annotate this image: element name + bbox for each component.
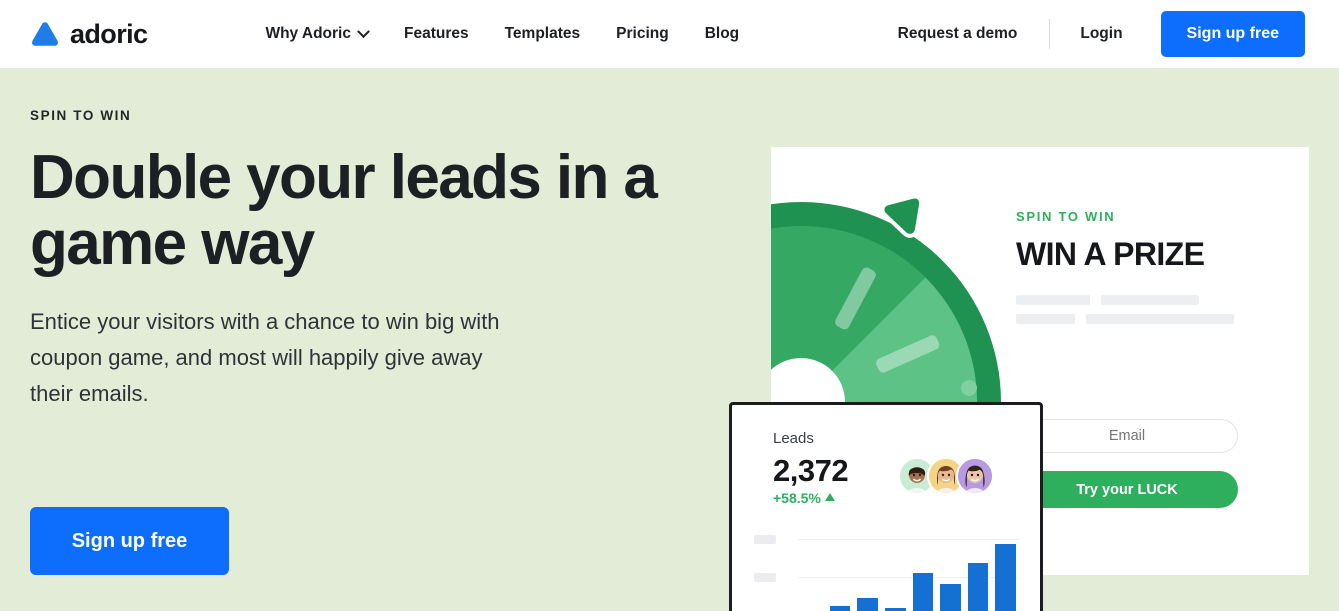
hero-subtitle: Entice your visitors with a chance to wi… [30, 309, 500, 406]
placeholder-bar [1016, 314, 1075, 324]
placeholder-bar [1101, 295, 1199, 305]
placeholder-bar [1086, 314, 1234, 324]
stats-label: Leads [773, 430, 814, 447]
stats-delta: +58.5% [773, 490, 835, 506]
nav-item-why-adoric[interactable]: Why Adoric [247, 17, 386, 51]
page-title: Double your leads in a game way [30, 143, 658, 278]
avatar-3-face [958, 459, 992, 493]
nav-label: Why Adoric [265, 25, 351, 42]
adoric-triangle-logo [32, 22, 58, 46]
nav-item-blog[interactable]: Blog [687, 17, 757, 51]
promo-copy: SPIN TO WIN WIN A PRIZE [1016, 209, 1286, 333]
signup-button-hero[interactable]: Sign up free [30, 507, 229, 575]
chart-bar [967, 562, 989, 611]
spin-wheel-svg [771, 194, 1001, 407]
brand-name: adoric [70, 18, 148, 49]
chart-bar [912, 573, 934, 611]
request-demo-link[interactable]: Request a demo [884, 17, 1032, 51]
chart-bar [857, 598, 878, 611]
nav-item-pricing[interactable]: Pricing [598, 17, 687, 51]
leads-stats-card: Leads 2,372 +58.5% [729, 402, 1043, 611]
nav-item-features[interactable]: Features [386, 17, 487, 51]
login-link[interactable]: Login [1068, 17, 1134, 51]
signup-button-header[interactable]: Sign up free [1160, 11, 1305, 57]
hero-section: SPIN TO WIN Double your leads in a game … [0, 68, 1339, 611]
chart-bar [829, 605, 851, 611]
site-header: adoric Why Adoric Features Templates Pri… [0, 0, 1339, 68]
arrow-up-icon [824, 493, 835, 501]
chart-bar [995, 544, 1016, 611]
nav-item-templates[interactable]: Templates [487, 17, 599, 51]
avatar [956, 457, 994, 495]
placeholder-bar [1016, 295, 1090, 305]
leads-bar-chart [754, 529, 1022, 611]
stats-value: 2,372 [773, 453, 849, 488]
y-axis-tick-placeholder [754, 535, 776, 544]
header-divider [1049, 19, 1051, 49]
landing-page: adoric Why Adoric Features Templates Pri… [0, 0, 1339, 611]
hero-copy: SPIN TO WIN Double your leads in a game … [30, 108, 730, 411]
promo-placeholder-row-2 [1016, 314, 1286, 324]
chart-bar [940, 584, 961, 611]
chevron-down-icon [357, 24, 370, 38]
header-actions: Request a demo Login Sign up free [884, 11, 1305, 57]
stats-delta-text: +58.5% [773, 490, 821, 506]
hero-eyebrow: SPIN TO WIN [30, 108, 132, 123]
email-field[interactable] [1016, 419, 1238, 453]
try-your-luck-button[interactable]: Try your LUCK [1016, 471, 1238, 508]
promo-placeholder-row-1 [1016, 295, 1286, 305]
avatar-group [898, 457, 994, 495]
promo-eyebrow: SPIN TO WIN [1016, 209, 1116, 224]
y-axis-tick-placeholder [754, 573, 776, 582]
spin-wheel-graphic [771, 147, 1021, 407]
chart-bars [802, 539, 1016, 611]
promo-title: WIN A PRIZE [1016, 236, 1205, 272]
main-navigation: Why Adoric Features Templates Pricing Bl… [247, 17, 757, 51]
brand-logo[interactable]: adoric [30, 18, 148, 49]
